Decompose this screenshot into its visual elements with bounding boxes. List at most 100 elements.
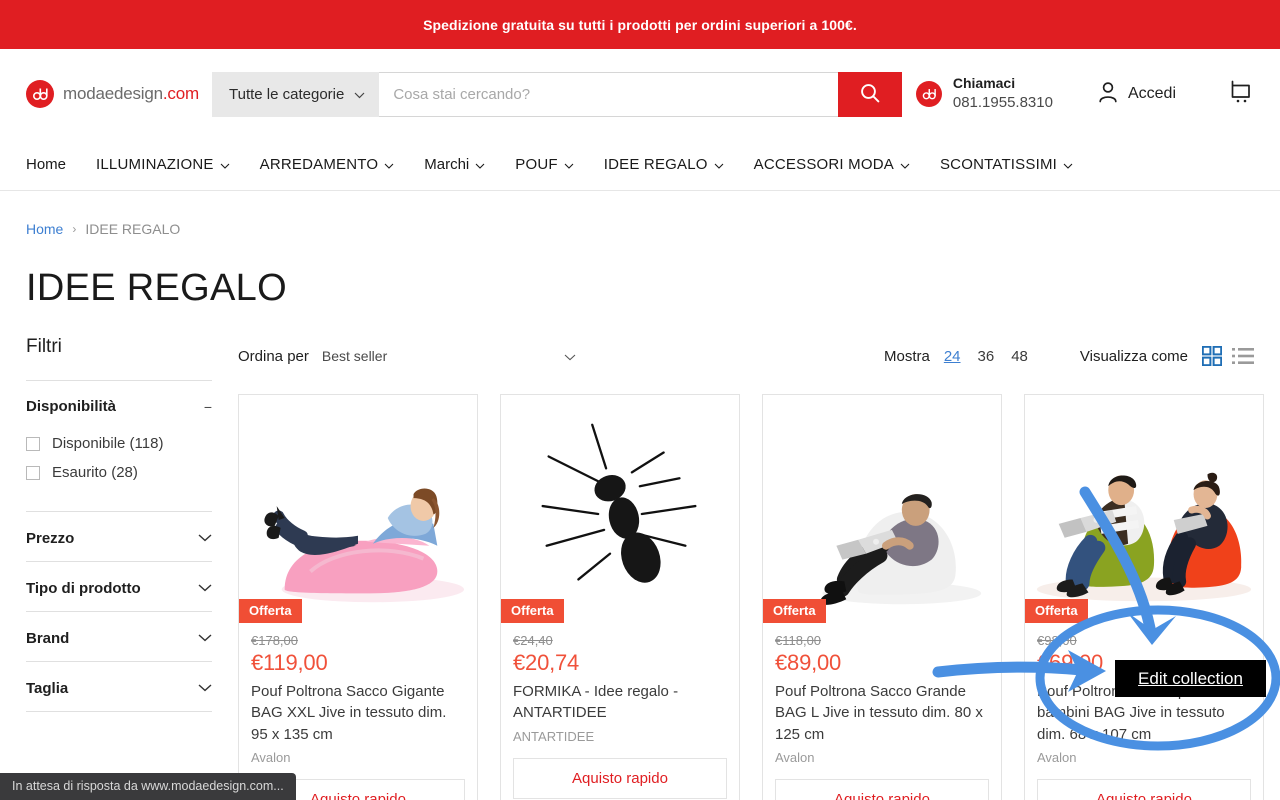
nav-item-accessori-moda[interactable]: ACCESSORI MODA (754, 156, 910, 173)
search-input[interactable] (379, 71, 838, 117)
breadcrumb-home-link[interactable]: Home (26, 221, 63, 237)
product-listing: Ordina per Best seller Mostra 24 36 48 V… (238, 336, 1264, 800)
site-logo[interactable]: modaedesign.com (26, 80, 212, 108)
header-actions: Chiamaci 081.1955.8310 Accedi (915, 75, 1254, 112)
chevron-down-icon (198, 679, 212, 697)
cart-icon (1228, 80, 1254, 109)
nav-item-scontatissimi[interactable]: SCONTATISSIMI (940, 156, 1073, 173)
chevron-down-icon (900, 156, 910, 173)
category-select-value: Tutte le categorie (229, 85, 345, 103)
black-ant-sculpture-illustration (541, 423, 697, 583)
product-badge: Offerta (763, 599, 826, 623)
product-image[interactable]: Offerta (1025, 395, 1263, 623)
chevron-down-icon (198, 629, 212, 647)
breadcrumb-current: IDEE REGALO (85, 221, 181, 237)
main-navigation: Home ILLUMINAZIONE ARREDAMENTO Marchi PO… (0, 139, 1280, 191)
facet-prezzo[interactable]: Prezzo (26, 512, 212, 561)
show-option-48[interactable]: 48 (1011, 348, 1028, 365)
chevron-down-icon (384, 156, 394, 173)
quick-buy-button[interactable]: Aquisto rapido (1037, 778, 1251, 800)
product-price: €89,00 (775, 650, 842, 675)
chevron-down-icon (198, 579, 212, 597)
checkbox-icon[interactable] (26, 465, 40, 480)
search-submit-button[interactable] (838, 71, 902, 117)
facet-taglia[interactable]: Taglia (26, 662, 212, 711)
nav-item-illuminazione[interactable]: ILLUMINAZIONE (96, 156, 230, 173)
chevron-down-icon (1063, 156, 1073, 173)
man-on-white-beanbag-illustration (820, 494, 982, 605)
phone-brand-icon (915, 81, 942, 107)
checkbox-esaurito[interactable]: Esaurito (28) (26, 458, 212, 487)
product-image[interactable]: Offerta (239, 395, 477, 623)
sort-select[interactable]: Best seller (322, 348, 580, 364)
checkbox-label: Esaurito (28) (52, 464, 138, 481)
chevron-down-icon (198, 529, 212, 547)
edit-collection-tooltip[interactable]: Edit collection (1115, 660, 1266, 697)
page-content: Filtri Disponibilità − Disponibile (118)… (0, 336, 1280, 800)
account-login-button[interactable]: Accedi (1097, 80, 1176, 109)
product-vendor: Avalon (1037, 749, 1077, 765)
listing-view-controls: Mostra 24 36 48 Visualizza come (884, 346, 1264, 366)
view-as-label: Visualizza come (1079, 347, 1188, 365)
nav-item-label: IDEE REGALO (603, 156, 708, 173)
breadcrumb: Home › IDEE REGALO (0, 191, 1280, 237)
product-card[interactable]: Offerta €24,40 €20,74 FORMIKA - Idee reg… (500, 394, 740, 800)
brand-name-main: modaedesign (63, 84, 163, 103)
cart-button[interactable] (1228, 78, 1254, 110)
facet-label: Tipo di prodotto (26, 579, 141, 597)
chevron-down-icon (714, 156, 724, 173)
nav-item-marchi[interactable]: Marchi (424, 156, 485, 173)
grid-view-icon[interactable] (1202, 346, 1222, 366)
category-select[interactable]: Tutte le categorie (212, 71, 380, 117)
facet-disponibilita[interactable]: Disponibilità − (26, 381, 212, 429)
show-option-24[interactable]: 24 (944, 348, 961, 365)
product-grid: Offerta €178,00 €119,00 Pouf Poltrona Sa… (238, 394, 1264, 800)
account-login-label: Accedi (1127, 85, 1176, 102)
facet-brand[interactable]: Brand (26, 612, 212, 661)
call-us-title: Chiamaci (952, 75, 1016, 92)
quick-buy-button[interactable]: Aquisto rapido (775, 778, 989, 800)
product-price: €119,00 (251, 650, 328, 675)
nav-item-pouf[interactable]: POUF (515, 156, 574, 173)
quick-buy-button[interactable]: Aquisto rapido (513, 757, 727, 799)
checkbox-icon[interactable] (26, 436, 40, 451)
product-badge: Offerta (1025, 599, 1088, 623)
product-image[interactable]: Offerta (763, 395, 1001, 623)
checkbox-disponibile[interactable]: Disponibile (118) (26, 429, 212, 458)
user-icon (1097, 80, 1119, 109)
woman-on-pink-beanbag-illustration (264, 488, 465, 603)
show-option-36[interactable]: 36 (978, 348, 995, 365)
call-us-phone: 081.1955.8310 (952, 94, 1053, 112)
facet-label: Taglia (26, 679, 69, 697)
list-view-icon[interactable] (1232, 346, 1254, 366)
browser-status-text: In attesa di risposta da www.modaedesign… (12, 779, 284, 793)
nav-item-label: SCONTATISSIMI (939, 156, 1058, 173)
nav-item-label: ACCESSORI MODA (753, 156, 894, 173)
product-card[interactable]: Offerta €98,00 €69,00 Pouf Poltrona Sacc… (1024, 394, 1264, 800)
nav-item-idee-regalo[interactable]: IDEE REGALO (604, 156, 724, 173)
product-card[interactable]: Offerta €178,00 €119,00 Pouf Poltrona Sa… (238, 394, 478, 800)
product-badge: Offerta (501, 599, 564, 623)
product-name[interactable]: FORMIKA - Idee regalo - ANTARTIDEE (513, 681, 727, 724)
product-name[interactable]: Pouf Poltrona Sacco Gigante BAG XXL Jive… (251, 681, 465, 745)
children-on-beanbags-illustration (1036, 472, 1252, 602)
product-vendor: ANTARTIDEE (513, 728, 595, 744)
product-vendor: Avalon (251, 749, 291, 765)
chevron-down-icon (564, 348, 576, 364)
nav-item-home[interactable]: Home (26, 156, 66, 173)
product-card[interactable]: Offerta €118,00 €89,00 Pouf Poltrona Sac… (762, 394, 1002, 800)
facet-tipo-di-prodotto[interactable]: Tipo di prodotto (26, 562, 212, 611)
show-label: Mostra (883, 347, 930, 365)
nav-item-label: Home (26, 156, 67, 173)
product-price: €20,74 (513, 650, 580, 675)
edit-collection-label: Edit collection (1138, 668, 1243, 688)
search-bar: Tutte le categorie (212, 71, 902, 117)
call-us-block[interactable]: Chiamaci 081.1955.8310 (915, 75, 1053, 112)
product-name[interactable]: Pouf Poltrona Sacco Grande BAG L Jive in… (775, 681, 989, 745)
nav-item-arredamento[interactable]: ARREDAMENTO (260, 156, 395, 173)
search-icon (859, 82, 881, 107)
sort-label: Ordina per (238, 347, 309, 365)
md-logo-icon (26, 80, 54, 108)
brand-name-tld: .com (162, 84, 199, 103)
product-image[interactable]: Offerta (501, 395, 739, 623)
